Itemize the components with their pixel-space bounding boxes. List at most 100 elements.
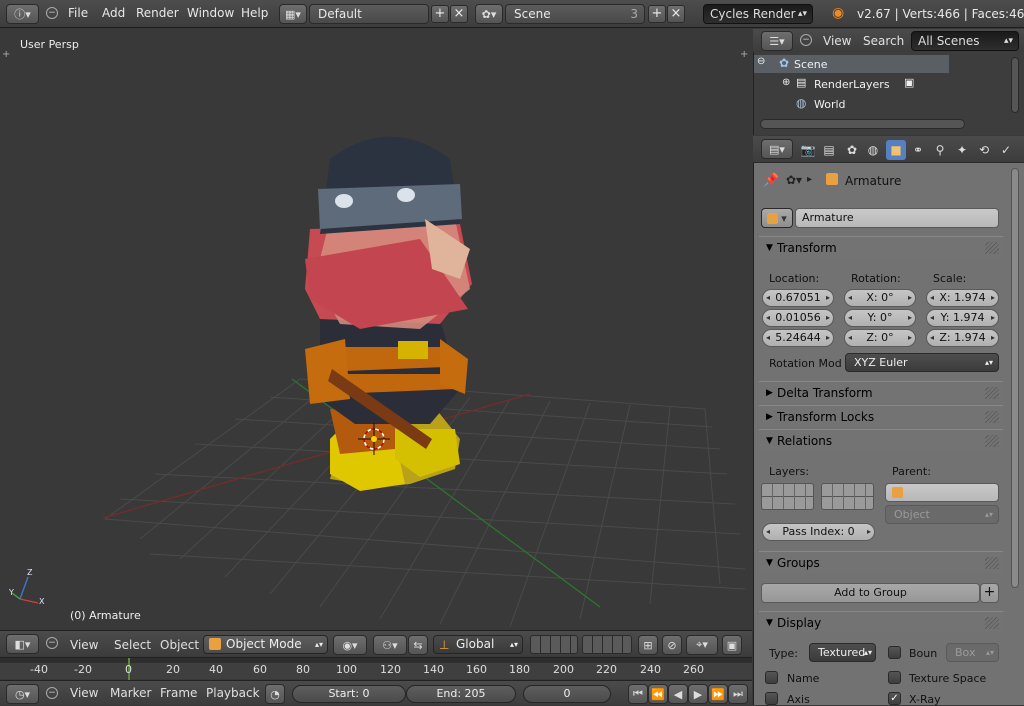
render-tab-icon[interactable]: 📷 (798, 140, 818, 160)
name-checkbox[interactable] (765, 671, 778, 684)
add-screen-icon[interactable]: + (431, 5, 449, 23)
delta-transform-panel-header[interactable]: ▶ Delta Transform (759, 381, 1003, 403)
screen-layout-icon[interactable]: ▦▾ (279, 4, 307, 24)
display-type-select[interactable]: Textured ▴▾ (809, 643, 876, 662)
transform-panel-header[interactable]: ▼ Transform (759, 236, 1003, 258)
delete-scene-icon[interactable]: × (667, 5, 685, 23)
jump-keyframe-forward-icon[interactable]: ⏩ (708, 684, 728, 704)
menu-window[interactable]: Window (187, 6, 234, 20)
scene-field[interactable]: Scene 3 (505, 4, 645, 24)
bounds-type-select[interactable]: Box ▴▾ (946, 643, 999, 662)
layers-grid-left[interactable] (530, 635, 578, 654)
axis-checkbox[interactable] (765, 692, 778, 705)
end-frame-field[interactable]: End: 205 (406, 685, 516, 703)
timeline-menu-playback[interactable]: Playback (206, 686, 260, 700)
layers-grid-right[interactable] (582, 635, 632, 654)
bone-tab-icon[interactable]: ⟲ (974, 140, 994, 160)
transform-locks-panel-header[interactable]: ▶ Transform Locks (759, 405, 1003, 427)
render-icon[interactable]: ▣ (722, 635, 742, 655)
drag-grip-icon[interactable] (985, 435, 999, 447)
scale-x-field[interactable]: ◂ X: 1.974 ▸ (926, 289, 999, 307)
location-z-field[interactable]: ◂ 5.24644 ▸ (762, 329, 834, 347)
world-tab-icon[interactable]: ◍ (863, 140, 883, 160)
modifiers-tab-icon[interactable]: ⚲ (930, 140, 950, 160)
play-reverse-icon[interactable]: ◀ (668, 684, 688, 704)
layers-grid-b[interactable] (821, 483, 874, 510)
xray-checkbox[interactable]: ✓ (888, 692, 901, 705)
object-browse-button[interactable]: ▾ (761, 208, 793, 228)
3d-viewport[interactable]: User Persp + + Z Y X (0) Armature (0, 29, 752, 629)
timeline-menu-marker[interactable]: Marker (110, 686, 151, 700)
layers-grid-a[interactable] (761, 483, 814, 510)
menu-view[interactable]: View (70, 638, 98, 652)
jump-start-icon[interactable]: ⏮ (628, 684, 648, 704)
menu-help[interactable]: Help (241, 6, 268, 20)
bounds-checkbox[interactable] (888, 646, 901, 659)
collapse-outliner-icon[interactable]: − (800, 34, 812, 46)
collapse-scene-icon[interactable]: ⊖ (757, 56, 765, 67)
drag-grip-icon[interactable] (985, 387, 999, 399)
data-tab-icon[interactable]: ✦ (952, 140, 972, 160)
jump-end-icon[interactable]: ⏭ (728, 684, 748, 704)
timeline-menu-frame[interactable]: Frame (160, 686, 197, 700)
outliner-row-scene[interactable]: ⊖ ✿ Scene (754, 55, 949, 73)
constraints-tab-icon[interactable]: ⚭ (908, 140, 928, 160)
menu-render[interactable]: Render (136, 6, 179, 20)
preview-range-icon[interactable]: ◔ (265, 684, 285, 704)
collapse-menu-icon[interactable]: − (46, 7, 58, 19)
location-y-field[interactable]: ◂ 0.01056 ▸ (762, 309, 834, 327)
scale-y-field[interactable]: ◂ Y: 1.974 ▸ (926, 309, 999, 327)
relations-panel-header[interactable]: ▼ Relations (759, 429, 1003, 451)
parent-field[interactable] (885, 483, 999, 502)
renderlayers-tab-icon[interactable]: ▤ (819, 140, 839, 160)
rotation-z-field[interactable]: ◂ Z: 0° ▸ (844, 329, 916, 347)
transform-orientation-select[interactable]: ⊥ Global ▴▾ (433, 635, 523, 654)
pin-icon[interactable]: 📌 (763, 173, 779, 188)
drag-grip-icon[interactable] (985, 617, 999, 629)
location-x-field[interactable]: ◂ 0.67051 ▸ (762, 289, 834, 307)
outliner-vscrollbar[interactable] (1011, 57, 1019, 113)
parent-type-select[interactable]: Object ▴▾ (885, 505, 999, 524)
object-name-field[interactable]: Armature (795, 208, 999, 228)
viewport-shading-icon[interactable]: ◉▾ (333, 635, 367, 655)
pass-index-field[interactable]: ◂ Pass Index: 0 ▸ (762, 523, 875, 541)
outliner-row-world[interactable]: ◍ World (754, 95, 949, 113)
add-to-group-button[interactable]: Add to Group (761, 583, 980, 603)
texture-space-checkbox[interactable] (888, 671, 901, 684)
groups-panel-header[interactable]: ▼ Groups (759, 551, 1003, 573)
properties-editor-type-button[interactable]: ▤▾ (761, 139, 793, 159)
outliner-display-mode-select[interactable]: All Scenes ▴▾ (911, 31, 1019, 51)
rotation-mode-select[interactable]: XYZ Euler ▴▾ (845, 353, 999, 372)
timeline-ruler[interactable]: -40 -20 0 20 40 60 80 100 120 140 160 18… (0, 657, 752, 680)
timeline-menu-view[interactable]: View (70, 686, 98, 700)
manipulator-icon[interactable]: ⇆ (408, 635, 428, 655)
scene-icon[interactable]: ✿▾ (475, 4, 503, 24)
outliner-menu-search[interactable]: Search (863, 34, 904, 48)
rotation-y-field[interactable]: ◂ Y: 0° ▸ (844, 309, 916, 327)
object-tab-icon[interactable]: ■ (886, 140, 906, 160)
menu-select[interactable]: Select (114, 638, 151, 652)
play-icon[interactable]: ▶ (688, 684, 708, 704)
snap-icon[interactable]: ⌖▾ (686, 635, 718, 655)
outliner-menu-view[interactable]: View (823, 34, 851, 48)
expand-renderlayers-icon[interactable]: ⊕ (782, 77, 790, 88)
timeline-editor-type-button[interactable]: ◷▾ (6, 684, 39, 704)
mode-select[interactable]: Object Mode ▴▾ (203, 635, 328, 654)
lock-layers-icon[interactable]: ⊞ (638, 635, 658, 655)
collapse-header-icon[interactable]: − (46, 637, 58, 649)
menu-file[interactable]: File (68, 6, 88, 20)
outliner-editor-type-button[interactable]: ☰▾ (761, 31, 793, 51)
pivot-point-icon[interactable]: ⚇▾ (373, 635, 407, 655)
drag-grip-icon[interactable] (985, 411, 999, 423)
proportional-edit-icon[interactable]: ⊘ (662, 635, 682, 655)
editor-type-button[interactable]: ◧▾ (6, 634, 39, 654)
rotation-x-field[interactable]: ◂ X: 0° ▸ (844, 289, 916, 307)
outliner-hscrollbar[interactable] (760, 119, 965, 129)
jump-keyframe-back-icon[interactable]: ⏪ (648, 684, 668, 704)
drag-grip-icon[interactable] (985, 557, 999, 569)
properties-scrollbar[interactable] (1011, 168, 1019, 588)
outliner-row-renderlayers[interactable]: ⊕ ▤ RenderLayers ▣ (754, 75, 949, 93)
scale-z-field[interactable]: ◂ Z: 1.974 ▸ (926, 329, 999, 347)
drag-grip-icon[interactable] (985, 242, 999, 254)
menu-add[interactable]: Add (102, 6, 125, 20)
